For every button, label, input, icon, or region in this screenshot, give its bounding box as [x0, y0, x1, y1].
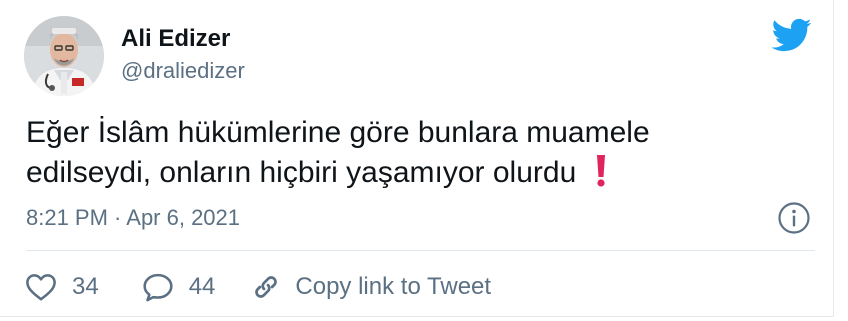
copy-link-label: Copy link to Tweet	[295, 273, 492, 300]
tweet-card: Ali Edizer @draliedizer Eğer İslâm hüküm…	[0, 0, 834, 317]
divider	[26, 250, 815, 251]
copy-link-button[interactable]: Copy link to Tweet	[249, 270, 491, 304]
tweet-actions: 34 44 Copy link to Tweet	[24, 267, 491, 307]
heart-icon	[26, 274, 56, 301]
tweet-text-line-2-wrap: edilseydi, onların hiçbiri yaşamıyor olu…	[26, 153, 816, 193]
reply-count: 44	[188, 273, 216, 300]
tweet-text-line-2: edilseydi, onların hiçbiri yaşamıyor olu…	[26, 156, 577, 189]
avatar-image	[24, 16, 104, 96]
tweet-text-line-1: Eğer İslâm hükümlerine göre bunlara muam…	[26, 116, 650, 149]
author-name[interactable]: Ali Edizer	[121, 24, 230, 54]
author-handle[interactable]: @draliedizer	[121, 57, 245, 85]
reply-button[interactable]: 44	[141, 270, 216, 304]
avatar[interactable]	[24, 16, 104, 96]
like-count: 34	[72, 273, 99, 300]
red-exclamation-icon	[594, 154, 608, 188]
info-icon[interactable]	[777, 201, 811, 235]
link-icon	[255, 276, 278, 298]
twitter-bird-icon[interactable]	[770, 14, 812, 56]
speech-bubble-icon	[143, 273, 173, 302]
timestamp[interactable]: 8:21 PM · Apr 6, 2021	[26, 203, 240, 233]
tweet-text: Eğer İslâm hükümlerine göre bunlara muam…	[26, 113, 816, 193]
like-button[interactable]: 34	[24, 270, 99, 304]
